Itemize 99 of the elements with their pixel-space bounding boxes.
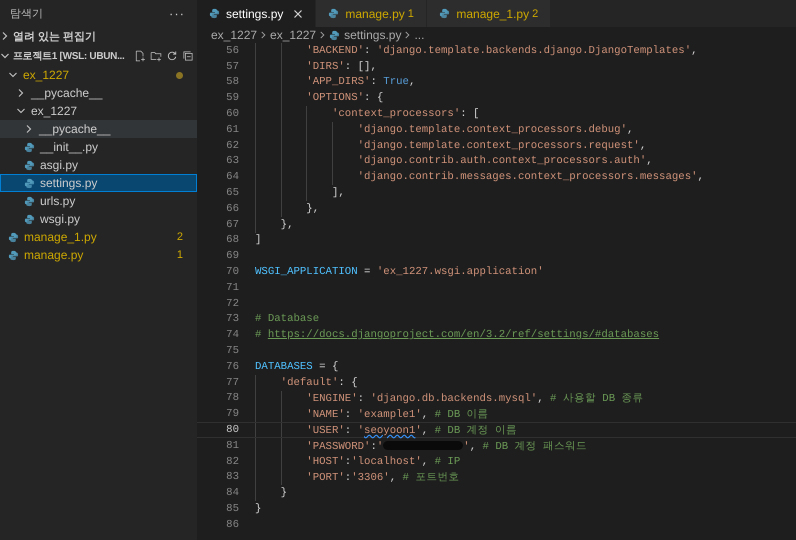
file-icon [24, 160, 35, 170]
open-editors-header[interactable]: 열려 있는 편집기 [0, 26, 197, 46]
breadcrumb-item[interactable]: ... [414, 28, 424, 42]
line-number: 65 [225, 187, 239, 200]
line-number: 68 [225, 234, 239, 246]
file-icon [439, 8, 450, 19]
code-line: 'PORT':'3306', # 포트번호 [305, 471, 460, 484]
line-number: 56 [225, 44, 239, 57]
line-number: 84 [225, 487, 239, 500]
file-icon [8, 232, 19, 242]
line-number: 81 [225, 440, 239, 452]
code-line: 'django.contrib.messages.context_processors.messages', [356, 171, 704, 184]
code-line: 'django.template.context_processors.debug', [356, 124, 634, 136]
breadcrumb-item[interactable]: ex_1227 [270, 28, 316, 42]
code-line: 'OPTIONS': { [305, 92, 384, 104]
line-number: 78 [225, 392, 239, 404]
explorer-title: 탐색기 [10, 6, 43, 20]
line-number: 69 [225, 250, 239, 262]
line-number: 60 [225, 108, 239, 120]
chevron-icon [404, 30, 412, 40]
project-header[interactable]: 프로젝트1 [WSL: UBUN... [0, 46, 125, 66]
code-line: } [280, 487, 288, 500]
line-number: 58 [225, 76, 239, 88]
new-folder-icon[interactable] [150, 50, 162, 62]
line-number: 71 [225, 282, 239, 294]
folder-item[interactable]: ex_1227 [0, 102, 197, 120]
folder-item[interactable]: __pycache__ [0, 84, 197, 102]
file-icon [209, 8, 220, 19]
line-number: 80 [225, 424, 239, 436]
line-number: 74 [225, 329, 239, 342]
code-line: 'USER': 'seoyoon1', # DB 계정 이름 [305, 424, 518, 438]
code-line: 'DIRS': [], [305, 60, 377, 73]
file-icon [8, 250, 19, 260]
code-line: } [255, 503, 262, 515]
more-actions-button[interactable]: ··· [169, 6, 185, 20]
line-number: 57 [225, 60, 239, 73]
folder-item[interactable]: ex_1227 [0, 66, 197, 84]
line-number: 83 [225, 471, 239, 484]
line-number: 79 [225, 408, 239, 420]
code-line: # https://docs.djangoproject.com/en/3.2/ref/settings/#databases [255, 329, 660, 342]
file-icon [329, 30, 340, 40]
line-number: 64 [225, 171, 239, 184]
line-number: 67 [225, 218, 239, 231]
line-number: 61 [225, 124, 239, 136]
code-line: 'PASSWORD':' ', # DB 계정 패스워드 [305, 440, 588, 453]
line-number: 86 [225, 518, 239, 531]
code-line: 'default': { [280, 376, 358, 389]
code-line: DATABASES = { [255, 360, 338, 373]
code-line: 'django.template.context_processors.request', [356, 140, 646, 152]
line-number: 66 [225, 202, 239, 215]
modified-dot [176, 72, 183, 78]
file-icon [24, 214, 35, 224]
file-item[interactable]: manage_1.py 2 [0, 228, 197, 246]
breadcrumb-item[interactable]: ex_1227 [211, 28, 258, 42]
folder-item[interactable]: __pycache__ [0, 120, 197, 138]
file-icon [24, 178, 35, 188]
chevron-icon [260, 30, 268, 40]
line-number: 62 [225, 140, 239, 152]
line-number: 73 [225, 313, 239, 326]
new-file-icon[interactable] [134, 50, 146, 62]
code-line: 'context_processors': [ [330, 108, 480, 120]
line-number: 72 [225, 298, 239, 310]
line-number: 59 [225, 92, 239, 104]
line-number: 82 [225, 456, 239, 468]
file-item[interactable]: urls.py [0, 192, 197, 210]
chevron-icon [319, 30, 326, 40]
refresh-icon[interactable] [166, 50, 178, 62]
file-item[interactable]: __init__.py [0, 138, 197, 156]
collapse-all-icon[interactable] [182, 50, 194, 62]
code-line: WSGI_APPLICATION = 'ex_1227.wsgi.application' [255, 266, 544, 278]
code-line: ] [255, 234, 262, 246]
line-number: 75 [225, 345, 239, 358]
file-icon [328, 8, 340, 19]
code-line: 'APP_DIRS': True, [305, 76, 416, 88]
code-line: }, [280, 218, 294, 231]
file-icon [24, 142, 35, 152]
editor-tab[interactable]: manage.py 1 [316, 0, 428, 27]
file-item[interactable]: settings.py [0, 174, 197, 192]
line-number: 77 [225, 376, 239, 389]
file-item[interactable]: asgi.py [0, 156, 197, 174]
line-number: 63 [225, 155, 239, 168]
line-number: 76 [225, 360, 239, 373]
editor-tab[interactable]: manage_1.py 2 [427, 0, 552, 27]
file-icon [24, 196, 35, 206]
file-item[interactable]: wsgi.py [0, 210, 197, 228]
breadcrumb-item[interactable]: settings.py [329, 28, 402, 42]
code-line: # Database [255, 313, 320, 326]
code-line: 'ENGINE': 'django.db.backends.mysql', # 사용할 DB 종류 [305, 392, 644, 406]
code-line: }, [305, 202, 320, 215]
code-line: 'django.contrib.auth.context_processors.auth', [356, 155, 653, 168]
line-number: 70 [225, 266, 239, 278]
file-item[interactable]: manage.py 1 [0, 246, 197, 264]
code-line: 'NAME': 'example1', # DB 이름 [305, 408, 489, 422]
line-number: 85 [225, 503, 239, 515]
editor-tab[interactable]: settings.py [197, 0, 316, 27]
code-line: ], [330, 187, 345, 200]
code-line: 'HOST':'localhost', # IP [305, 456, 460, 468]
close-icon[interactable] [293, 8, 304, 18]
code-line: 'BACKEND': 'django.template.backends.django.DjangoTemplates', [305, 44, 698, 57]
